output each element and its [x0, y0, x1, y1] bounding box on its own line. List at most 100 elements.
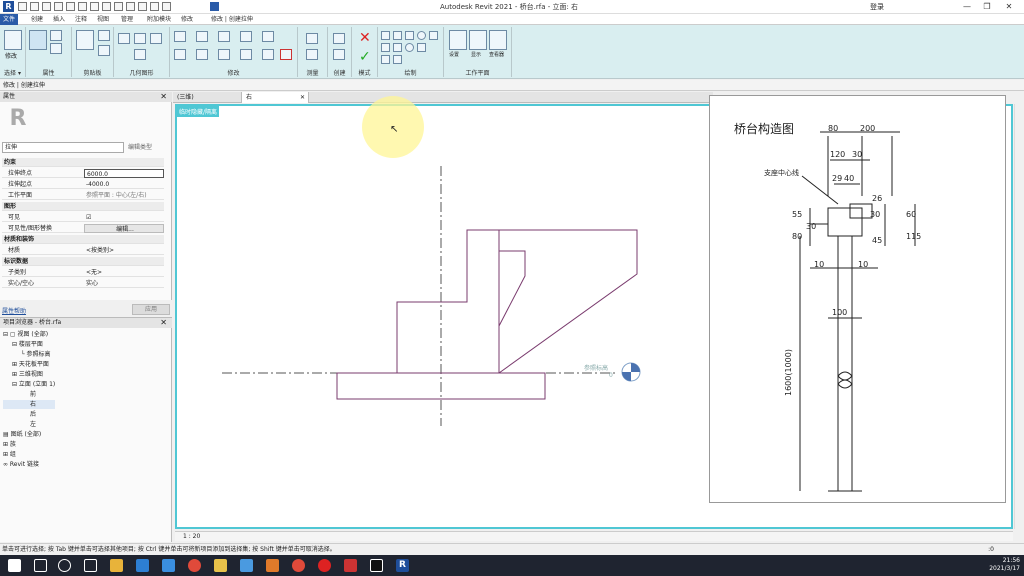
menu-4[interactable]: 视图 — [94, 14, 112, 25]
create-component-icon[interactable] — [333, 49, 345, 60]
sync-icon[interactable] — [42, 2, 51, 11]
chrome-icon[interactable] — [292, 559, 305, 572]
split-face-icon[interactable] — [134, 49, 146, 60]
close-tab-icon[interactable]: ✕ — [300, 92, 305, 103]
menu-0[interactable]: 文件 — [0, 14, 19, 25]
property-value[interactable]: 编辑... — [84, 224, 164, 233]
search-icon[interactable] — [34, 559, 47, 572]
open-icon[interactable] — [18, 2, 27, 11]
vertical-scrollbar[interactable] — [1014, 104, 1024, 529]
file-explorer-icon[interactable] — [214, 559, 227, 572]
offset-icon[interactable] — [196, 31, 208, 42]
menu-6[interactable]: 附加模块 — [144, 14, 174, 25]
menu-2[interactable]: 插入 — [50, 14, 68, 25]
app-icon[interactable] — [344, 559, 357, 572]
windows-start-icon[interactable] — [8, 559, 21, 572]
text-icon[interactable] — [114, 2, 123, 11]
cancel-edit-icon[interactable]: ✕ — [359, 30, 371, 46]
record-icon[interactable] — [318, 559, 331, 572]
app-icon[interactable] — [110, 559, 123, 572]
restore-icon[interactable]: ❐ — [980, 2, 994, 12]
redo-icon[interactable] — [66, 2, 75, 11]
thin-lines-icon[interactable] — [150, 2, 159, 11]
minimize-icon[interactable]: — — [960, 2, 974, 12]
revit-taskbar-icon[interactable]: R — [396, 559, 409, 572]
save-icon[interactable] — [30, 2, 39, 11]
copy-icon[interactable] — [98, 45, 110, 56]
apply-button[interactable]: 应用 — [132, 304, 170, 315]
copy-elements-icon[interactable] — [196, 49, 208, 60]
undo-icon[interactable] — [54, 2, 63, 11]
ellipse-icon[interactable] — [405, 43, 414, 52]
measure-icon[interactable] — [90, 2, 99, 11]
revit-logo[interactable]: R — [3, 1, 14, 12]
property-value[interactable]: ☑ — [84, 213, 164, 222]
property-value[interactable]: <无> — [84, 268, 164, 277]
aligned-dimension-icon[interactable] — [306, 49, 318, 60]
tangent-arc-icon[interactable] — [393, 55, 402, 64]
close-icon[interactable]: ✕ — [1002, 2, 1016, 12]
view-tab[interactable]: 右 ✕ — [241, 92, 309, 103]
mirror-draw-icon[interactable] — [240, 31, 252, 42]
close-icon[interactable]: ✕ — [160, 318, 167, 328]
3d-view-icon[interactable] — [126, 2, 135, 11]
join-icon[interactable] — [118, 33, 130, 44]
app-icon[interactable] — [162, 559, 175, 572]
browser-item[interactable]: 左 — [3, 420, 55, 429]
type-selector[interactable]: 拉伸 — [2, 142, 124, 153]
menu-3[interactable]: 注释 — [72, 14, 90, 25]
browser-item[interactable]: 后 — [3, 410, 55, 419]
measure-tool-icon[interactable] — [306, 33, 318, 44]
modify-cursor-icon[interactable] — [4, 30, 22, 50]
pick-lines-icon[interactable] — [417, 43, 426, 52]
move-icon[interactable] — [174, 49, 186, 60]
property-value[interactable]: <按类别> — [84, 246, 164, 255]
app-icon[interactable] — [266, 559, 279, 572]
spline-icon[interactable] — [393, 43, 402, 52]
family-category-icon[interactable] — [50, 43, 62, 54]
viewer-icon[interactable] — [489, 30, 507, 50]
menu-5[interactable]: 管理 — [118, 14, 136, 25]
property-value[interactable]: 参照平面 : 中心(左/右) — [84, 191, 164, 200]
split-icon[interactable] — [262, 49, 274, 60]
scale-label[interactable]: 1 : 20 — [183, 533, 200, 540]
show-workplane-icon[interactable] — [469, 30, 487, 50]
browser-item[interactable]: ⊞ 族 — [3, 440, 55, 449]
property-category[interactable]: 图形 — [2, 202, 164, 211]
property-value[interactable]: 实心 — [84, 279, 164, 288]
array-icon[interactable] — [262, 31, 274, 42]
properties-icon[interactable] — [29, 30, 47, 50]
join-profile-icon[interactable] — [150, 33, 162, 44]
partial-ellipse-icon[interactable] — [381, 55, 390, 64]
circle-icon[interactable] — [417, 31, 426, 40]
browser-item[interactable]: ⊞ 天花板平面 — [3, 360, 55, 369]
paste-icon[interactable] — [76, 30, 94, 50]
finish-edit-icon[interactable]: ✓ — [359, 49, 371, 65]
set-workplane-icon[interactable] — [449, 30, 467, 50]
property-category[interactable]: 标识数据 — [2, 257, 164, 266]
mirror-axis-icon[interactable] — [218, 31, 230, 42]
trim-icon[interactable] — [240, 49, 252, 60]
polygon-icon[interactable] — [405, 31, 414, 40]
menu-8[interactable]: 修改 | 创建拉伸 — [208, 14, 256, 25]
system-clock[interactable]: 21:56 2021/3/17 — [989, 557, 1020, 573]
browser-item[interactable]: 前 — [3, 390, 55, 399]
cortana-icon[interactable] — [58, 559, 71, 572]
property-value[interactable]: 6000.0 — [84, 169, 164, 178]
section-icon[interactable] — [138, 2, 147, 11]
properties-help-link[interactable]: 属性帮助 — [2, 306, 26, 315]
dimension-icon[interactable] — [102, 2, 111, 11]
browser-item[interactable]: ⊞ 组 — [3, 450, 55, 459]
family-types-icon[interactable] — [50, 30, 62, 41]
app-icon[interactable] — [240, 559, 253, 572]
cut-icon[interactable] — [98, 30, 110, 41]
close-hidden-icon[interactable] — [162, 2, 171, 11]
arc-icon[interactable] — [429, 31, 438, 40]
switch-windows-icon[interactable] — [210, 2, 219, 11]
edge-icon[interactable] — [136, 559, 149, 572]
view-tab[interactable]: (三维) — [173, 92, 237, 103]
rotate-icon[interactable] — [218, 49, 230, 60]
task-view-icon[interactable] — [84, 559, 97, 572]
menu-7[interactable]: 修改 — [178, 14, 196, 25]
browser-item[interactable]: ▤ 图纸 (全部) — [3, 430, 55, 439]
